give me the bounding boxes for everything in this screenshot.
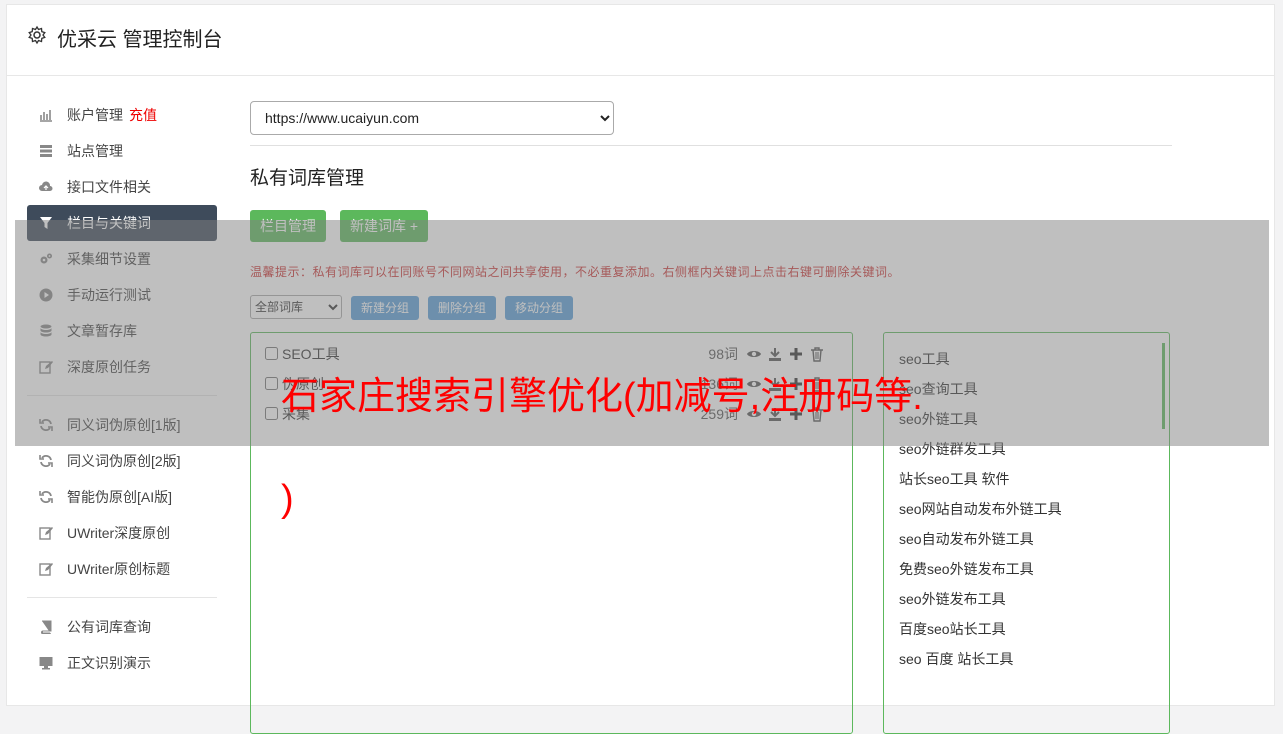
page-title: 优采云 管理控制台 bbox=[57, 29, 223, 51]
sidebar-item-label: 智能伪原创[AI版] bbox=[67, 489, 173, 505]
keyword-item[interactable]: 免费seo外链发布工具 bbox=[899, 559, 1034, 579]
header: 优采云 管理控制台 bbox=[7, 5, 1274, 76]
refresh-icon bbox=[39, 491, 53, 503]
sidebar-item-api-files[interactable]: 接口文件相关 bbox=[27, 169, 217, 205]
section-title: 私有词库管理 bbox=[250, 168, 365, 189]
sidebar-item-label: 接口文件相关 bbox=[67, 179, 151, 195]
sidebar-item-label: 站点管理 bbox=[67, 143, 123, 159]
sidebar-item-label: UWriter原创标题 bbox=[67, 561, 171, 577]
book-icon bbox=[41, 620, 52, 634]
sidebar-item-label: 同义词伪原创[2版] bbox=[67, 453, 181, 469]
keyword-item[interactable]: seo网站自动发布外链工具 bbox=[899, 499, 1062, 519]
sidebar-item-synonym-v2[interactable]: 同义词伪原创[2版] bbox=[27, 443, 217, 479]
bar-chart-icon bbox=[40, 110, 52, 122]
divider bbox=[250, 145, 1172, 146]
cloud-upload-icon bbox=[39, 181, 53, 191]
sidebar-item-label: 公有词库查询 bbox=[67, 619, 151, 635]
sidebar-item-uwriter-title[interactable]: UWriter原创标题 bbox=[27, 551, 217, 587]
sidebar-item-text-recognition[interactable]: 正文识别演示 bbox=[27, 645, 217, 681]
sidebar-item-sites[interactable]: 站点管理 bbox=[27, 133, 217, 169]
keyword-item[interactable]: 站长seo工具 软件 bbox=[899, 469, 1009, 489]
overlay-caption-continued: ) bbox=[281, 478, 294, 520]
refresh-icon bbox=[39, 455, 53, 467]
server-icon bbox=[40, 145, 52, 157]
gear-icon bbox=[28, 25, 46, 45]
sidebar-divider bbox=[27, 597, 217, 598]
sidebar-item-uwriter-deep[interactable]: UWriter深度原创 bbox=[27, 515, 217, 551]
recharge-link[interactable]: 充值 bbox=[129, 107, 157, 123]
sidebar-item-ai-rewrite[interactable]: 智能伪原创[AI版] bbox=[27, 479, 217, 515]
edit-icon bbox=[39, 527, 53, 540]
keyword-item[interactable]: 百度seo站长工具 bbox=[899, 619, 1006, 639]
keyword-item[interactable]: seo外链发布工具 bbox=[899, 589, 1006, 609]
edit-icon bbox=[39, 563, 53, 576]
keyword-item[interactable]: seo 百度 站长工具 bbox=[899, 649, 1013, 669]
sidebar-item-label: 账户管理 bbox=[67, 107, 123, 123]
overlay-caption: 石家庄搜索引擎优化(加减号,注册码等. bbox=[281, 376, 923, 418]
sidebar-item-label: UWriter深度原创 bbox=[67, 525, 171, 541]
keyword-item[interactable]: seo自动发布外链工具 bbox=[899, 529, 1034, 549]
sidebar-item-account[interactable]: 账户管理 充值 bbox=[27, 97, 217, 133]
monitor-icon bbox=[39, 657, 53, 670]
site-select[interactable]: https://www.ucaiyun.com bbox=[250, 101, 614, 135]
sidebar-item-public-lexicon[interactable]: 公有词库查询 bbox=[27, 609, 217, 645]
sidebar-item-label: 正文识别演示 bbox=[67, 655, 151, 671]
